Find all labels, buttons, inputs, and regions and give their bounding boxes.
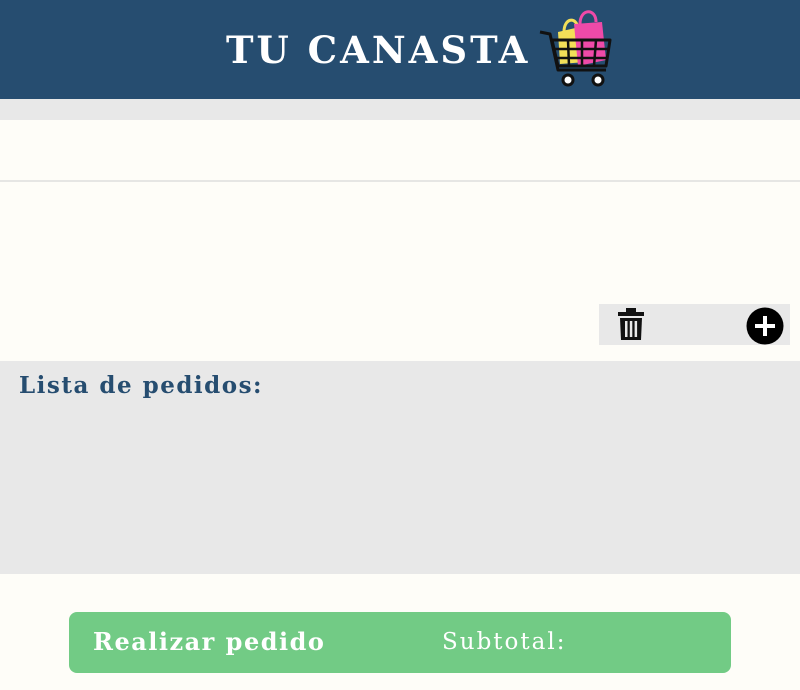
top-panel [0,120,800,182]
orders-panel: Lista de pedidos: [0,361,800,574]
place-order-button[interactable]: Realizar pedido [93,625,325,659]
order-bar: Realizar pedido Subtotal: [69,612,731,673]
action-bar [599,304,790,345]
shopping-cart-icon [539,10,612,87]
top-strip [0,99,800,120]
subtotal-label: Subtotal: [442,629,567,655]
trash-icon[interactable] [617,308,645,340]
orders-title: Lista de pedidos: [19,372,264,399]
app-title: TU CANASTA [226,28,531,72]
plus-circle-icon[interactable] [746,307,784,345]
header-bar: TU CANASTA [0,0,800,99]
